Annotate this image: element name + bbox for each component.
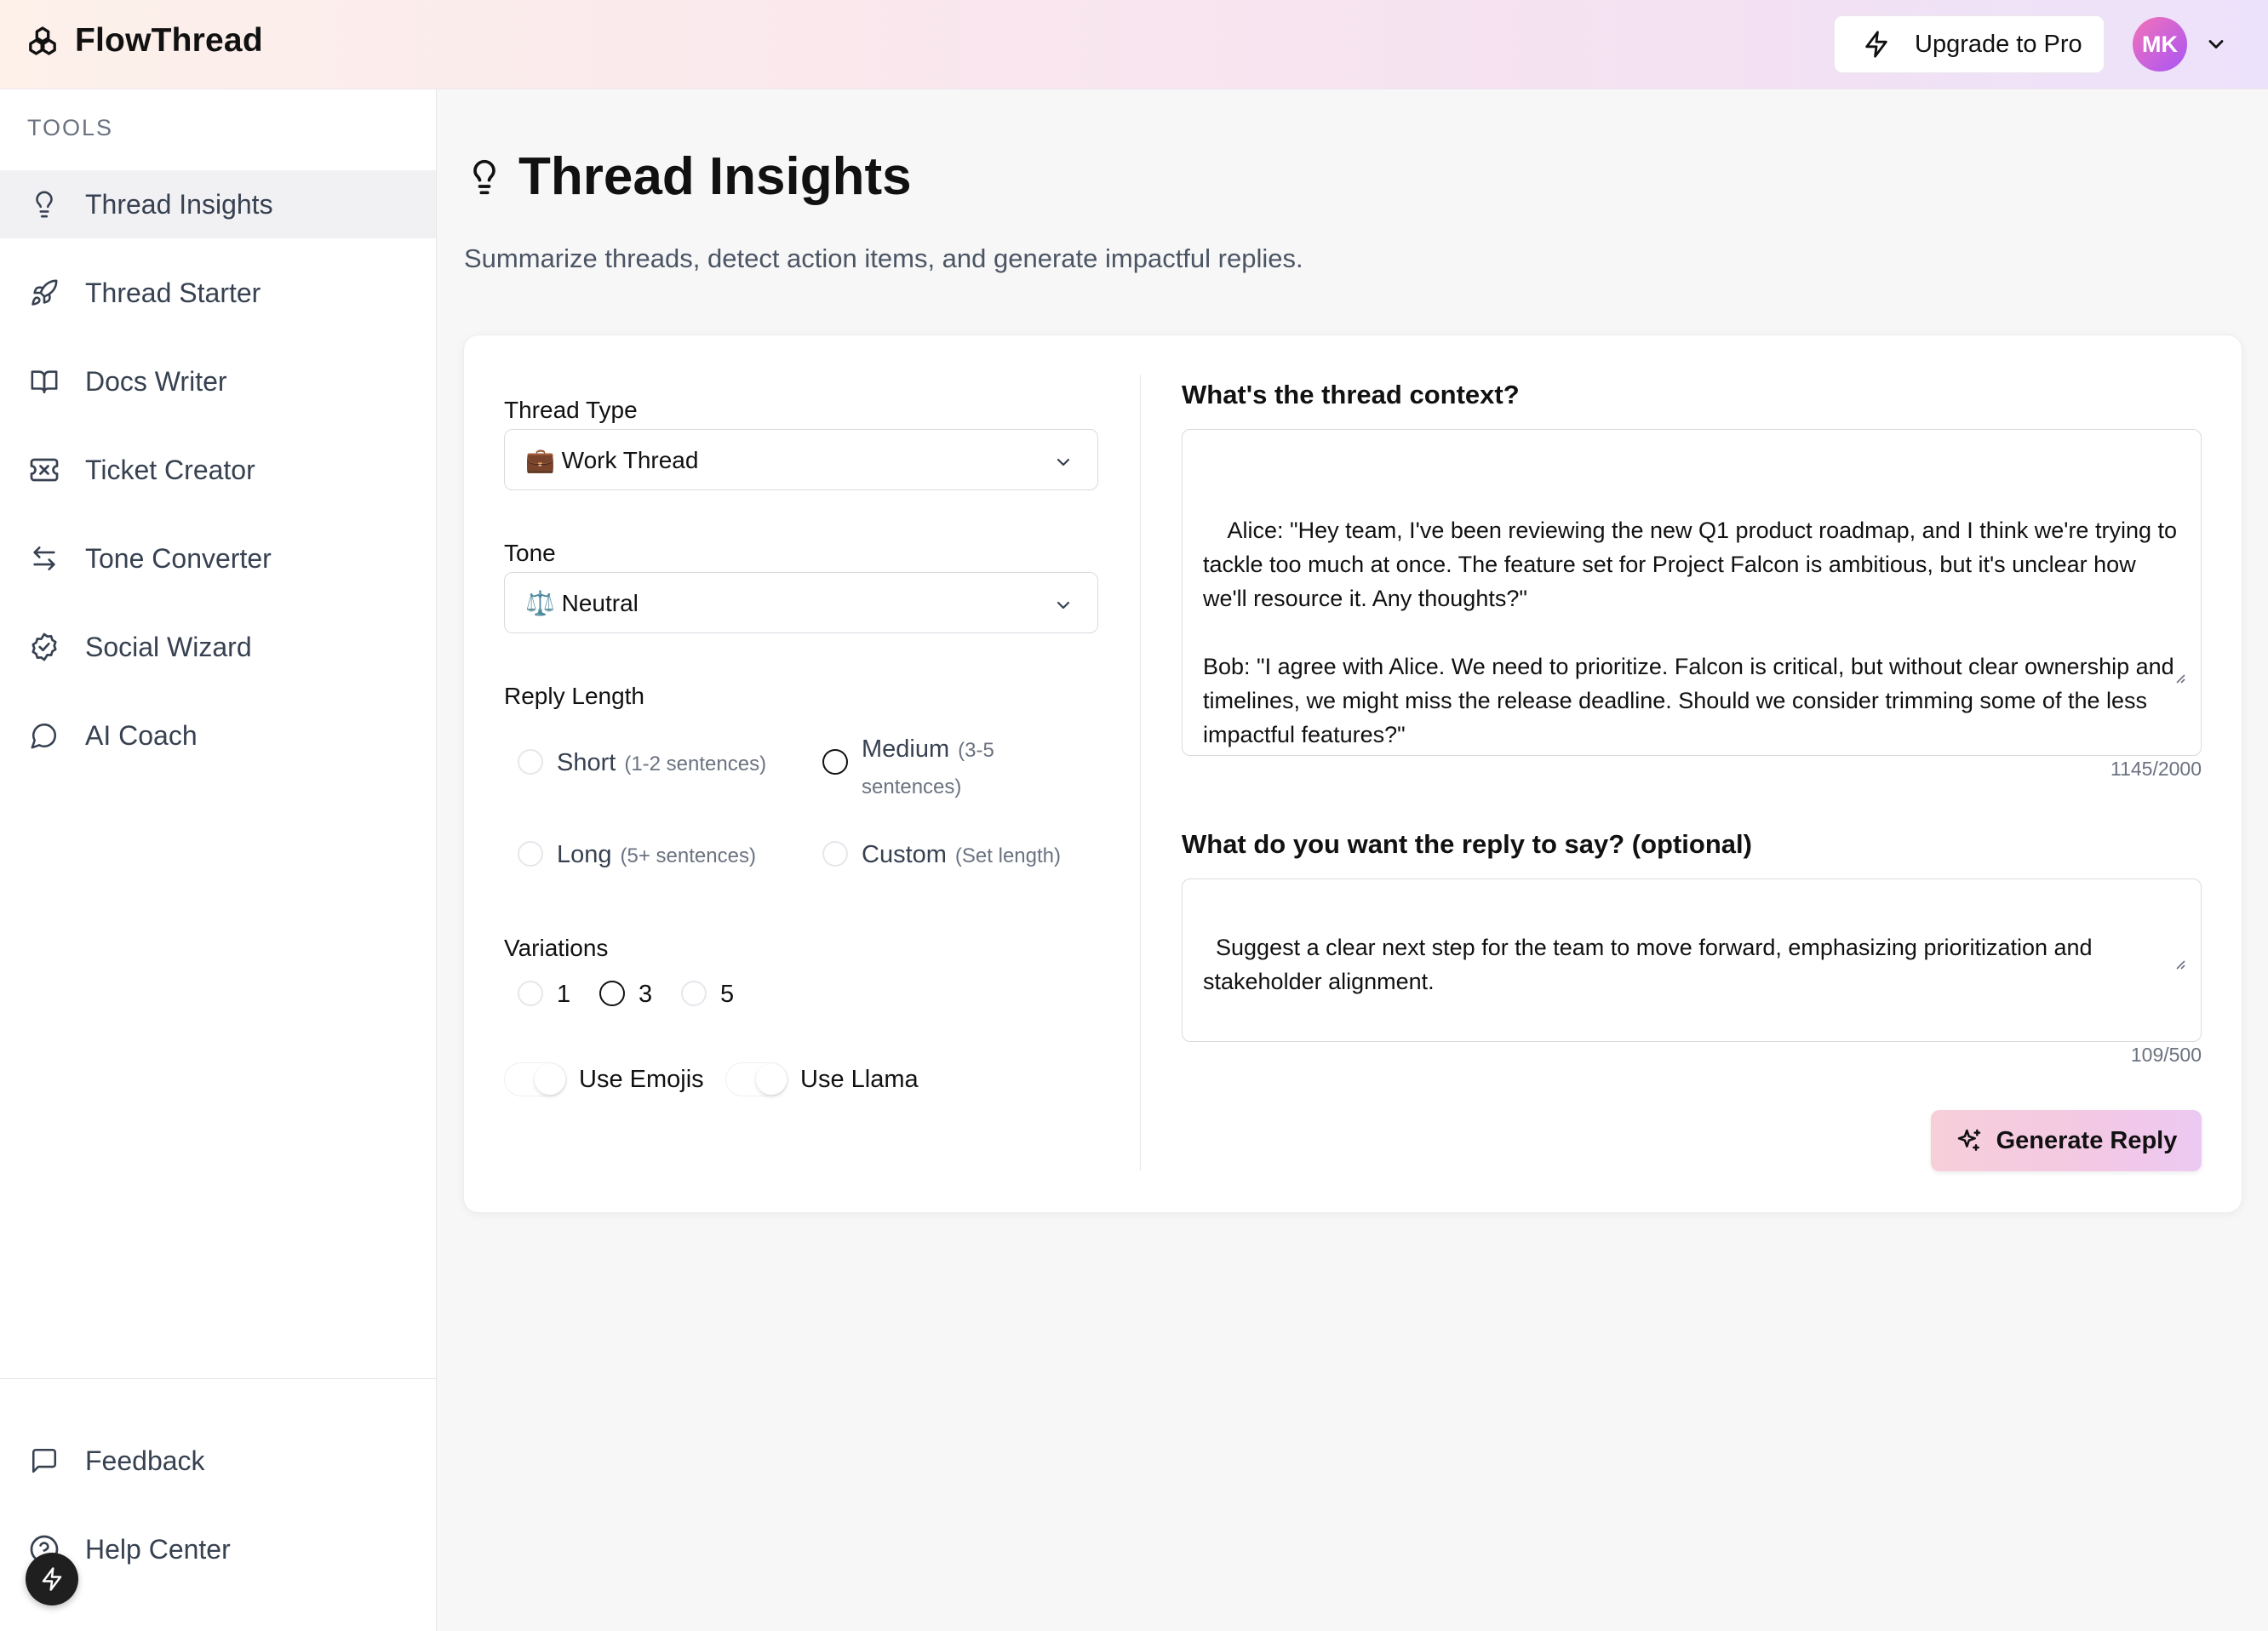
radio-label: Custom xyxy=(862,841,947,868)
variations-label: Variations xyxy=(504,935,609,961)
chevron-down-icon[interactable] xyxy=(2204,32,2228,56)
page-title-wrap: Thread Insights xyxy=(466,146,912,207)
thread-type-label: Thread Type xyxy=(504,397,638,423)
sidebar-item-feedback[interactable]: Feedback xyxy=(0,1427,436,1495)
radio-label: 1 xyxy=(557,981,571,1008)
upgrade-button[interactable]: Upgrade to Pro xyxy=(1834,15,2105,73)
radio-hint: (Set length) xyxy=(954,844,1061,867)
use-llama-toggle[interactable]: Use Llama xyxy=(725,1062,919,1096)
reply-length-short[interactable]: Short (1-2 sentences) xyxy=(518,749,766,777)
sidebar-item-label: Tone Converter xyxy=(85,542,272,574)
sidebar-item-label: AI Coach xyxy=(85,719,198,751)
chevron-down-icon xyxy=(1053,452,1074,472)
sidebar-item-social-wizard[interactable]: Social Wizard xyxy=(0,613,436,681)
generate-reply-label: Generate Reply xyxy=(1996,1126,2178,1154)
top-bar: FlowThread Upgrade to Pro MK xyxy=(0,0,2268,89)
card-divider xyxy=(1140,375,1141,1170)
use-emojis-toggle[interactable]: Use Emojis xyxy=(504,1062,704,1096)
reply-length-medium[interactable]: Medium (3-5 sentences) xyxy=(822,732,1069,807)
sidebar-item-label: Thread Starter xyxy=(85,277,261,308)
reply-length-custom[interactable]: Custom (Set length) xyxy=(822,841,1061,869)
radio-label: Short xyxy=(557,749,616,776)
avatar[interactable]: MK xyxy=(2133,17,2187,72)
variations-option-1[interactable]: 1 xyxy=(518,981,570,1009)
lightning-icon xyxy=(1862,30,1891,59)
toggle-label: Use Llama xyxy=(800,1065,919,1093)
book-open-icon xyxy=(27,364,61,398)
toggle-label: Use Emojis xyxy=(579,1065,704,1093)
app-name: FlowThread xyxy=(75,22,263,59)
radio-circle[interactable] xyxy=(822,749,848,775)
sidebar-item-docs-writer[interactable]: Docs Writer xyxy=(0,347,436,415)
toggle-knob xyxy=(535,1064,565,1095)
sidebar-item-label: Docs Writer xyxy=(85,365,227,397)
badge-check-icon xyxy=(27,630,61,664)
tone-value: ⚖️ Neutral xyxy=(525,589,639,616)
ticket-icon xyxy=(27,453,61,487)
reply-length-label: Reply Length xyxy=(504,683,645,709)
radio-label: Long xyxy=(557,841,612,868)
radio-hint: (1-2 sentences) xyxy=(624,753,767,775)
sidebar-item-ai-coach[interactable]: AI Coach xyxy=(0,701,436,770)
toggle-switch[interactable] xyxy=(725,1062,788,1096)
logo-icon xyxy=(26,24,60,58)
sidebar-item-label: Feedback xyxy=(85,1445,205,1476)
variations-option-5[interactable]: 5 xyxy=(681,981,734,1009)
context-textarea[interactable]: Alice: "Hey team, I've been reviewing th… xyxy=(1182,429,2202,756)
reply-char-counter: 109/500 xyxy=(2130,1044,2202,1066)
radio-label: 3 xyxy=(639,981,653,1008)
resize-handle-icon[interactable] xyxy=(2172,602,2197,752)
message-square-icon xyxy=(27,1444,61,1478)
sidebar: TOOLS Thread Insights Thread Starter Doc… xyxy=(0,89,437,1631)
radio-label: 5 xyxy=(720,981,735,1008)
sidebar-item-thread-insights[interactable]: Thread Insights xyxy=(0,170,436,238)
context-text: Alice: "Hey team, I've been reviewing th… xyxy=(1203,518,2177,747)
radio-circle[interactable] xyxy=(599,981,625,1006)
brand[interactable]: FlowThread xyxy=(26,22,263,60)
reply-textarea[interactable]: Suggest a clear next step for the team t… xyxy=(1182,878,2202,1042)
sidebar-item-label: Help Center xyxy=(85,1533,231,1565)
thread-type-select[interactable]: 💼 Work Thread xyxy=(504,429,1098,490)
sidebar-divider xyxy=(0,1378,436,1379)
rocket-icon xyxy=(27,276,61,310)
toggle-knob xyxy=(756,1064,787,1095)
reply-length-long[interactable]: Long (5+ sentences) xyxy=(518,841,756,869)
sidebar-item-label: Thread Insights xyxy=(85,188,273,220)
thread-type-value: 💼 Work Thread xyxy=(525,446,699,473)
sidebar-section-label: TOOLS xyxy=(27,115,114,140)
radio-label: Medium xyxy=(862,735,950,763)
radio-hint: (5+ sentences) xyxy=(620,844,756,867)
radio-circle[interactable] xyxy=(518,981,543,1006)
sidebar-item-ticket-creator[interactable]: Ticket Creator xyxy=(0,436,436,504)
radio-circle[interactable] xyxy=(518,841,543,867)
lightning-icon xyxy=(39,1566,65,1592)
sidebar-item-label: Social Wizard xyxy=(85,631,252,662)
page-subtitle: Summarize threads, detect action items, … xyxy=(464,243,1303,273)
resize-handle-icon[interactable] xyxy=(2172,888,2197,1038)
sidebar-item-thread-starter[interactable]: Thread Starter xyxy=(0,259,436,327)
upgrade-label: Upgrade to Pro xyxy=(1915,30,2082,58)
context-char-counter: 1145/2000 xyxy=(2110,758,2202,780)
quick-action-button[interactable] xyxy=(26,1553,78,1605)
tone-label: Tone xyxy=(504,540,556,566)
reply-heading: What do you want the reply to say? (opti… xyxy=(1182,829,1752,859)
reply-text: Suggest a clear next step for the team t… xyxy=(1203,935,2099,994)
page-title: Thread Insights xyxy=(518,147,912,206)
radio-circle[interactable] xyxy=(681,981,707,1006)
chevron-down-icon xyxy=(1053,595,1074,615)
lightbulb-icon xyxy=(27,187,61,221)
generate-reply-button[interactable]: Generate Reply xyxy=(1931,1110,2202,1171)
radio-circle[interactable] xyxy=(822,841,848,867)
sidebar-item-label: Ticket Creator xyxy=(85,454,255,485)
sparkles-icon xyxy=(1956,1127,1983,1154)
variations-option-3[interactable]: 3 xyxy=(599,981,652,1009)
radio-circle[interactable] xyxy=(518,749,543,775)
tone-select[interactable]: ⚖️ Neutral xyxy=(504,572,1098,633)
message-circle-icon xyxy=(27,718,61,753)
context-heading: What's the thread context? xyxy=(1182,380,1520,409)
lightbulb-icon xyxy=(466,158,503,196)
sidebar-item-tone-converter[interactable]: Tone Converter xyxy=(0,524,436,592)
toggle-switch[interactable] xyxy=(504,1062,567,1096)
arrows-swap-icon xyxy=(27,541,61,575)
